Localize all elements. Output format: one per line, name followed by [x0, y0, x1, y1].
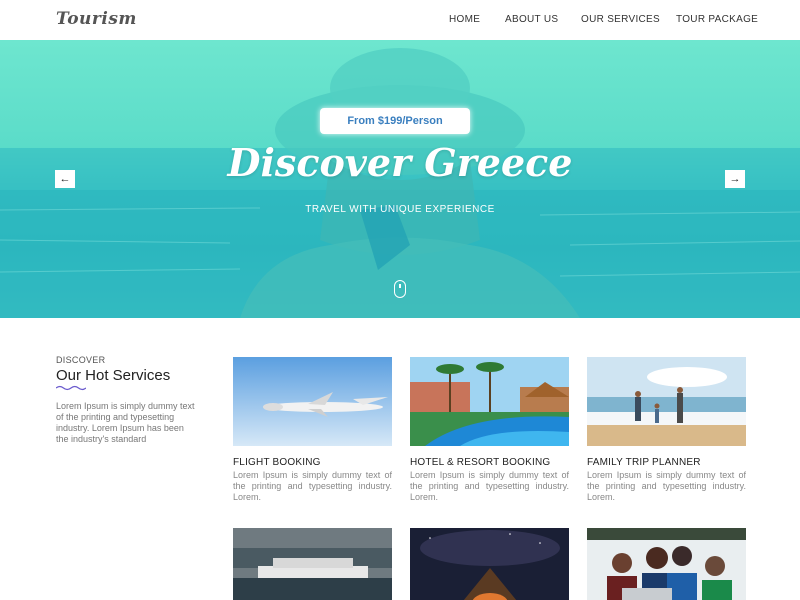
nav-about-us[interactable]: ABOUT US: [505, 14, 558, 25]
team-laptop-image: [587, 528, 746, 600]
nav-our-services[interactable]: OUR SERVICES: [581, 14, 660, 25]
night-camp-image: [410, 528, 569, 600]
flight-image: [233, 357, 392, 446]
next-slide-button[interactable]: →: [725, 170, 745, 188]
arrow-right-icon: →: [729, 173, 741, 185]
card-title: HOTEL & RESORT BOOKING: [410, 457, 551, 468]
mouse-scroll-icon[interactable]: [394, 280, 406, 298]
section-description: Lorem Ipsum is simply dummy text of the …: [56, 401, 195, 444]
hero-title: Discover Greece: [227, 140, 573, 185]
nav-home[interactable]: HOME: [449, 14, 480, 25]
card-text: Lorem Ipsum is simply dummy text of the …: [410, 470, 569, 502]
hero-subtitle: TRAVEL WITH UNIQUE EXPERIENCE: [305, 204, 495, 215]
card-title: FLIGHT BOOKING: [233, 457, 321, 468]
card-text: Lorem Ipsum is simply dummy text of the …: [233, 470, 392, 502]
card-title: FAMILY TRIP PLANNER: [587, 457, 701, 468]
prev-slide-button[interactable]: ←: [55, 170, 75, 188]
hero-slider: From $199/Person Discover Greece TRAVEL …: [0, 40, 800, 318]
nav-tour-package[interactable]: TOUR PACKAGE: [676, 14, 758, 25]
top-navbar: Tourism HOME ABOUT US OUR SERVICES TOUR …: [0, 0, 800, 40]
arrow-left-icon: ←: [59, 173, 71, 185]
family-beach-image: [587, 357, 746, 446]
price-badge: From $199/Person: [320, 108, 470, 134]
section-eyebrow: DISCOVER: [56, 355, 106, 365]
card-text: Lorem Ipsum is simply dummy text of the …: [587, 470, 746, 502]
hotel-resort-image: [410, 357, 569, 446]
site-logo[interactable]: Tourism: [56, 9, 137, 29]
squiggle-divider-icon: [56, 385, 86, 391]
section-title: Our Hot Services: [56, 367, 171, 384]
cruise-ship-image: [233, 528, 392, 600]
